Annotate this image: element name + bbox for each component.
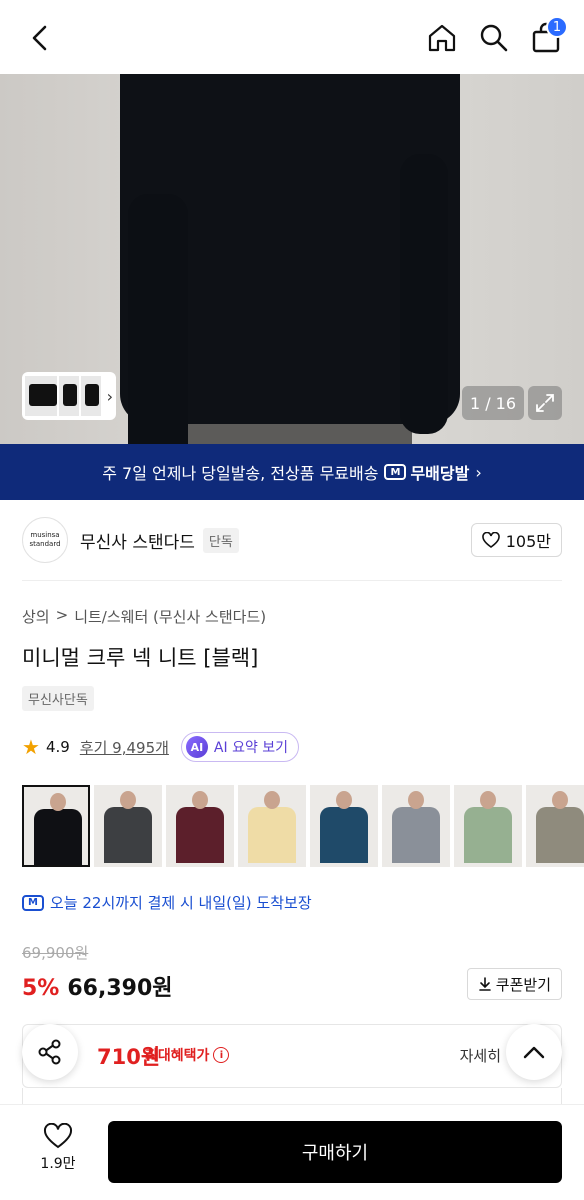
cart-count-badge: 1 [546,16,568,38]
model-arm-left [128,194,188,444]
discount-rate: 5% [22,976,60,1001]
delivery-brand-label: 무배당발 [410,464,470,483]
delivery-brand: M 무배당발 [384,460,469,484]
info-icon[interactable]: i [213,1047,230,1063]
breadcrumb-separator: > [55,606,69,624]
ai-summary-label: AI 요약 보기 [213,740,289,756]
price-row: 5% 66,390원 [22,970,173,1002]
swatch-model-head [336,791,352,809]
breadcrumb-item[interactable]: 상의 [22,606,50,627]
brand-name[interactable]: 무신사 스탠다드 [80,528,195,553]
breadcrumb-item[interactable]: 니트/스웨터 (무신사 스탠다드) [74,606,266,627]
breadcrumb: 상의 > 니트/스웨터 (무신사 스탠다드) [22,606,266,627]
cart-button[interactable]: 1 [528,16,568,58]
home-button[interactable] [424,18,460,58]
search-icon [480,24,508,52]
swatch-sweater [248,807,296,863]
swatch-model-head [480,791,496,809]
delivery-guarantee[interactable]: M 오늘 22시까지 결제 시 내일(일) 도착보장 [22,892,312,913]
chevron-up-icon [523,1046,545,1059]
swatch-sweater [176,807,224,863]
color-swatch[interactable] [22,785,90,867]
heart-icon [481,532,500,548]
back-button[interactable] [22,20,58,56]
color-swatch-list [22,785,584,867]
ai-icon: AI [185,736,208,758]
swatch-model-head [408,791,424,809]
brand-like-count: 105만 [505,532,551,551]
chevron-right-icon: › [106,386,113,406]
download-icon [478,977,491,991]
gallery-counter: 1 / 16 [462,386,524,420]
brand-logo-line: musinsa [30,531,60,539]
max-benefit-box[interactable]: 710원 최대혜택가 i 자세히 [22,1024,562,1088]
delivery-truck-icon: M [22,894,44,911]
product-image-carousel[interactable]: › 1 / 16 [0,74,584,444]
delivery-guarantee-text: 오늘 22시까지 결제 시 내일(일) 도착보장 [50,894,312,912]
musinsa-exclusive-tag: 무신사단독 [22,686,94,711]
benefit-detail-link[interactable]: 자세히 [460,1045,501,1066]
chevron-left-icon [32,25,47,51]
delivery-truck-icon: M [384,464,407,480]
rating-row: ★ 4.9 후기 9,495개 AI AI 요약 보기 [22,732,300,762]
expand-button[interactable] [528,386,562,420]
share-icon [38,1039,61,1065]
gallery-thumbnail[interactable] [59,376,79,416]
scroll-to-top-button[interactable] [506,1024,562,1080]
gallery-thumbnail[interactable] [25,376,58,416]
color-swatch[interactable] [454,785,522,867]
review-link[interactable]: 후기 9,495개 [80,737,169,758]
brand-row: musinsa standard 무신사 스탠다드 단독 105만 [22,516,562,564]
swatch-model-head [264,791,280,809]
color-swatch[interactable] [238,785,306,867]
swatch-model-head [192,791,208,809]
search-button[interactable] [476,18,512,58]
original-price: 69,900원 [22,944,89,962]
sale-price: 66,390원 [67,976,173,1001]
coupon-download-label: 쿠폰받기 [495,975,551,994]
swatch-sweater [34,809,82,865]
star-icon: ★ [22,735,40,759]
gallery-thumbnail-strip[interactable]: › [22,372,116,420]
wishlist-count: 1.9만 [40,1156,76,1172]
expand-icon [536,394,554,412]
rating-score: 4.9 [45,738,70,756]
gallery-thumbnail[interactable] [80,376,101,416]
bottom-action-bar: 1.9만 구매하기 [0,1104,584,1200]
color-swatch[interactable] [166,785,234,867]
color-swatch[interactable] [382,785,450,867]
max-benefit-label: 최대혜택가 i [145,1045,230,1065]
exclusive-tag: 단독 [202,527,239,553]
swatch-model-head [120,791,136,809]
swatch-sweater [104,807,152,863]
heart-icon [43,1123,73,1149]
share-button[interactable] [22,1024,78,1080]
shipping-banner[interactable]: 주 7일 언제나 당일발송, 전상품 무료배송 M 무배당발 › [0,444,584,500]
max-benefit-label-text: 최대혜택가 [145,1048,210,1064]
brand-logo[interactable]: musinsa standard [22,517,68,563]
brand-logo-line: standard [29,540,61,548]
shipping-banner-text: 주 7일 언제나 당일발송, 전상품 무료배송 [102,464,379,483]
brand-like-button[interactable]: 105만 [470,523,562,557]
swatch-model-head [50,793,66,811]
home-icon [428,24,456,52]
color-swatch[interactable] [310,785,378,867]
model-arm-right [400,154,448,434]
swatch-sweater [464,807,512,863]
color-swatch[interactable] [526,785,584,867]
coupon-download-button[interactable]: 쿠폰받기 [466,968,562,1000]
swatch-sweater [392,807,440,863]
wishlist-button[interactable]: 1.9만 [30,1123,86,1173]
buy-button[interactable]: 구매하기 [108,1121,562,1183]
color-swatch[interactable] [94,785,162,867]
product-title: 미니멀 크루 넥 니트 [블랙] [22,646,259,670]
top-bar: 1 [0,0,584,74]
swatch-model-head [552,791,568,809]
swatch-sweater [536,807,584,863]
swatch-sweater [320,807,368,863]
divider [22,580,562,581]
ai-summary-button[interactable]: AI AI 요약 보기 [180,732,300,762]
chevron-right-icon: › [475,462,482,482]
